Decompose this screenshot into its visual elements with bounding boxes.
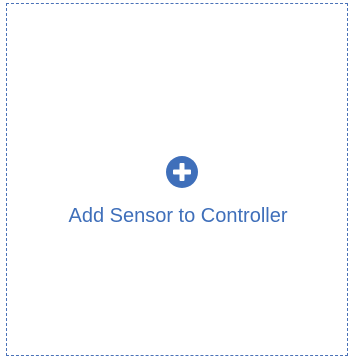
add-sensor-label[interactable]: Add Sensor to Controller xyxy=(0,204,356,228)
plus-circle-icon[interactable] xyxy=(165,155,199,189)
